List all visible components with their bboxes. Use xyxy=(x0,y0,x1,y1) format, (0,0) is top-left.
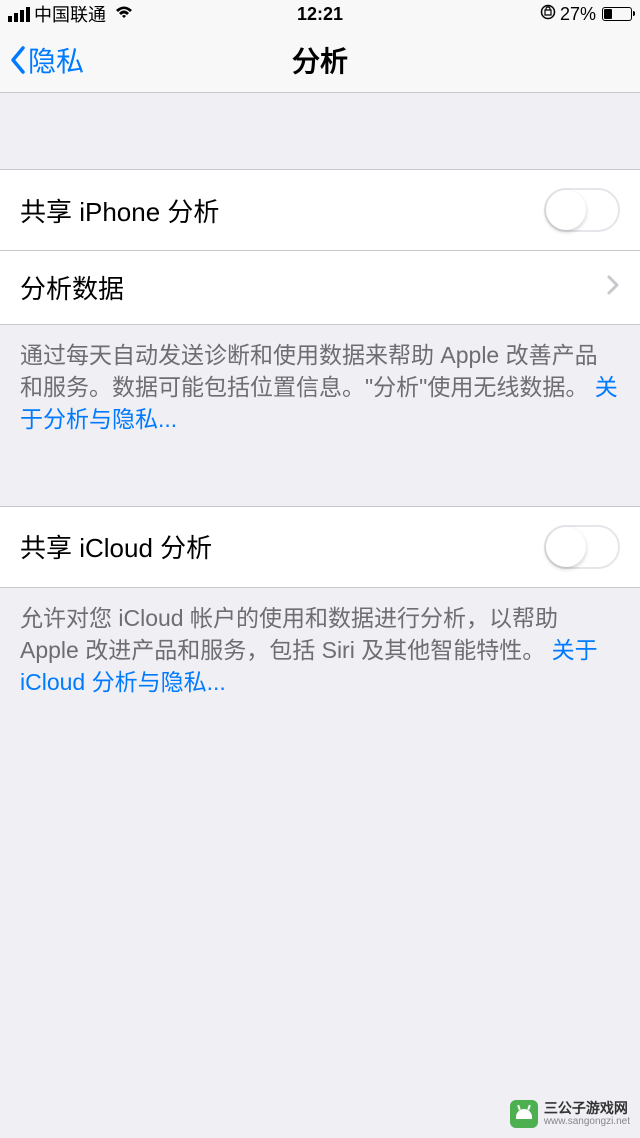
section2-footer-text: 允许对您 iCloud 帐户的使用和数据进行分析，以帮助 Apple 改进产品和… xyxy=(20,605,558,663)
analytics-data-row[interactable]: 分析数据 xyxy=(0,251,640,325)
orientation-lock-icon xyxy=(540,4,556,25)
watermark-url: www.sangongzi.net xyxy=(544,1116,630,1127)
battery-percent: 27% xyxy=(560,4,596,25)
signal-icon xyxy=(8,7,30,22)
status-right: 27% xyxy=(540,4,632,25)
share-icloud-analytics-row: 共享 iCloud 分析 xyxy=(0,506,640,588)
status-bar: 中国联通 12:21 27% xyxy=(0,0,640,28)
watermark-title: 三公子游戏网 xyxy=(544,1101,630,1116)
wifi-icon xyxy=(114,4,134,25)
toggle-knob xyxy=(546,190,586,230)
status-time: 12:21 xyxy=(297,4,343,25)
watermark: 三公子游戏网 www.sangongzi.net xyxy=(510,1100,630,1128)
analytics-data-label: 分析数据 xyxy=(20,269,124,306)
share-iphone-toggle[interactable] xyxy=(544,188,620,232)
status-left: 中国联通 xyxy=(8,1,134,27)
share-icloud-label: 共享 iCloud 分析 xyxy=(20,528,212,565)
chevron-left-icon xyxy=(8,45,28,75)
section1-footer: 通过每天自动发送诊断和使用数据来帮助 Apple 改善产品和服务。数据可能包括位… xyxy=(0,325,640,450)
page-title: 分析 xyxy=(292,40,348,80)
toggle-knob xyxy=(546,527,586,567)
back-button[interactable]: 隐私 xyxy=(8,40,84,80)
share-icloud-toggle[interactable] xyxy=(544,525,620,569)
section2-footer: 允许对您 iCloud 帐户的使用和数据进行分析，以帮助 Apple 改进产品和… xyxy=(0,588,640,713)
back-label: 隐私 xyxy=(28,40,84,80)
watermark-android-icon xyxy=(510,1100,538,1128)
section-spacer xyxy=(0,450,640,506)
share-iphone-analytics-row: 共享 iPhone 分析 xyxy=(0,169,640,251)
section1-footer-text: 通过每天自动发送诊断和使用数据来帮助 Apple 改善产品和服务。数据可能包括位… xyxy=(20,342,598,400)
share-iphone-label: 共享 iPhone 分析 xyxy=(20,192,219,229)
chevron-right-icon xyxy=(606,274,620,301)
battery-icon xyxy=(602,7,632,21)
section-spacer xyxy=(0,93,640,169)
carrier-label: 中国联通 xyxy=(34,1,106,27)
navigation-bar: 隐私 分析 xyxy=(0,28,640,93)
